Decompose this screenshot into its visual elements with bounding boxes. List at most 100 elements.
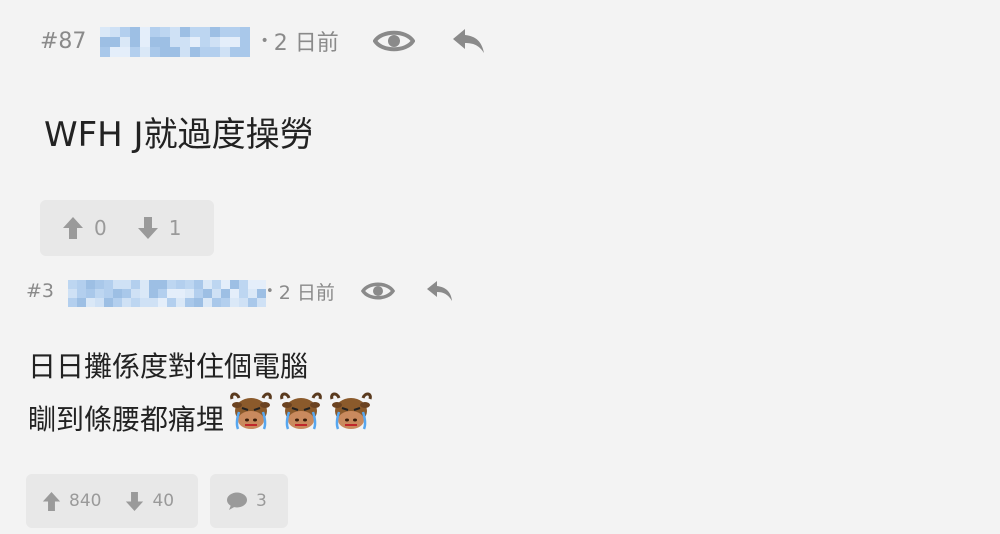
crying-cow-emoji xyxy=(328,391,374,448)
post-number[interactable]: #3 xyxy=(26,280,54,302)
blur-cell xyxy=(170,37,181,47)
blur-cell xyxy=(239,280,249,289)
post-time: 2 日前 xyxy=(273,31,339,56)
blur-cell xyxy=(110,37,121,47)
blur-cell xyxy=(220,47,231,57)
blur-cell xyxy=(220,27,231,37)
blur-cell xyxy=(190,27,201,37)
post-header: #87 • 2 日前 xyxy=(40,22,487,60)
blur-cell xyxy=(131,298,141,307)
blur-cell xyxy=(210,37,221,47)
blur-cell xyxy=(167,289,177,298)
blur-cell xyxy=(257,280,267,289)
blur-cell xyxy=(221,298,231,307)
blur-cell xyxy=(210,47,221,57)
blur-cell xyxy=(150,37,161,47)
post-number[interactable]: #87 xyxy=(40,29,86,54)
upvote-count: 840 xyxy=(69,491,102,511)
blur-cell xyxy=(68,280,78,289)
reply-arrow-icon[interactable] xyxy=(451,26,487,56)
blur-cell xyxy=(77,298,87,307)
username-blurred[interactable] xyxy=(100,27,251,57)
blur-cell xyxy=(140,37,151,47)
blur-cell xyxy=(248,298,258,307)
blur-cell xyxy=(230,47,241,57)
blur-cell xyxy=(212,280,222,289)
blur-cell xyxy=(240,37,251,47)
blur-cell xyxy=(113,298,123,307)
blur-cell xyxy=(104,298,114,307)
blur-cell xyxy=(110,27,121,37)
post-time: 2 日前 xyxy=(278,281,335,304)
blur-cell xyxy=(68,289,78,298)
blur-cell xyxy=(170,47,181,57)
blur-cell xyxy=(212,289,222,298)
blur-cell xyxy=(100,47,111,57)
blur-cell xyxy=(68,298,78,307)
blur-cell xyxy=(130,27,141,37)
blur-cell xyxy=(130,47,141,57)
blur-cell xyxy=(221,289,231,298)
blur-cell xyxy=(176,289,186,298)
blur-cell xyxy=(176,298,186,307)
blur-cell xyxy=(122,298,132,307)
blur-cell xyxy=(185,280,195,289)
blur-cell xyxy=(221,280,231,289)
blur-cell xyxy=(180,37,191,47)
blur-cell xyxy=(120,37,131,47)
blur-cell xyxy=(194,280,204,289)
blur-cell xyxy=(95,298,105,307)
separator-dot: • xyxy=(266,283,274,299)
blur-cell xyxy=(230,280,240,289)
blur-cell xyxy=(100,27,111,37)
blur-cell xyxy=(131,289,141,298)
blur-cell xyxy=(158,289,168,298)
speech-bubble-icon xyxy=(226,491,248,511)
blur-cell xyxy=(120,27,131,37)
username-blurred[interactable] xyxy=(68,280,267,307)
blur-cell xyxy=(149,298,159,307)
blur-cell xyxy=(149,280,159,289)
blur-cell xyxy=(203,289,213,298)
comment-count: 3 xyxy=(256,491,267,511)
blur-cell xyxy=(77,280,87,289)
blur-cell xyxy=(158,280,168,289)
eye-icon[interactable] xyxy=(360,279,395,303)
blur-cell xyxy=(230,289,240,298)
blur-cell xyxy=(140,27,151,37)
blur-cell xyxy=(240,27,251,37)
blur-cell xyxy=(113,280,123,289)
blur-cell xyxy=(220,37,231,47)
arrow-down-icon xyxy=(125,491,144,512)
blur-cell xyxy=(210,27,221,37)
blur-cell xyxy=(140,47,151,57)
blur-cell xyxy=(180,27,191,37)
blur-cell xyxy=(130,37,141,47)
comments-bar[interactable]: 3 xyxy=(210,474,288,528)
blur-cell xyxy=(212,298,222,307)
blur-cell xyxy=(150,47,161,57)
blur-cell xyxy=(185,298,195,307)
post-body-line: 日日攤係度對住個電腦 xyxy=(28,350,309,383)
upvote-button[interactable]: 840 xyxy=(42,491,101,512)
upvote-button[interactable]: 0 xyxy=(62,216,107,240)
blur-cell xyxy=(167,298,177,307)
reply-arrow-icon[interactable] xyxy=(425,279,455,303)
blur-cell xyxy=(95,280,105,289)
arrow-down-icon xyxy=(137,216,159,240)
blur-cell xyxy=(122,280,132,289)
vote-bar: 840 40 xyxy=(26,474,198,528)
downvote-button[interactable]: 1 xyxy=(137,216,181,240)
blur-cell xyxy=(77,289,87,298)
eye-icon[interactable] xyxy=(372,27,415,55)
blur-cell xyxy=(230,298,240,307)
post-header: #3 • 2 日前 xyxy=(26,276,455,307)
blur-cell xyxy=(176,280,186,289)
blur-cell xyxy=(104,289,114,298)
blur-cell xyxy=(190,47,201,57)
blur-cell xyxy=(120,47,131,57)
blur-cell xyxy=(180,47,191,57)
downvote-button[interactable]: 40 xyxy=(125,491,174,512)
blur-cell xyxy=(239,298,249,307)
vote-bar: 0 1 xyxy=(40,200,214,256)
